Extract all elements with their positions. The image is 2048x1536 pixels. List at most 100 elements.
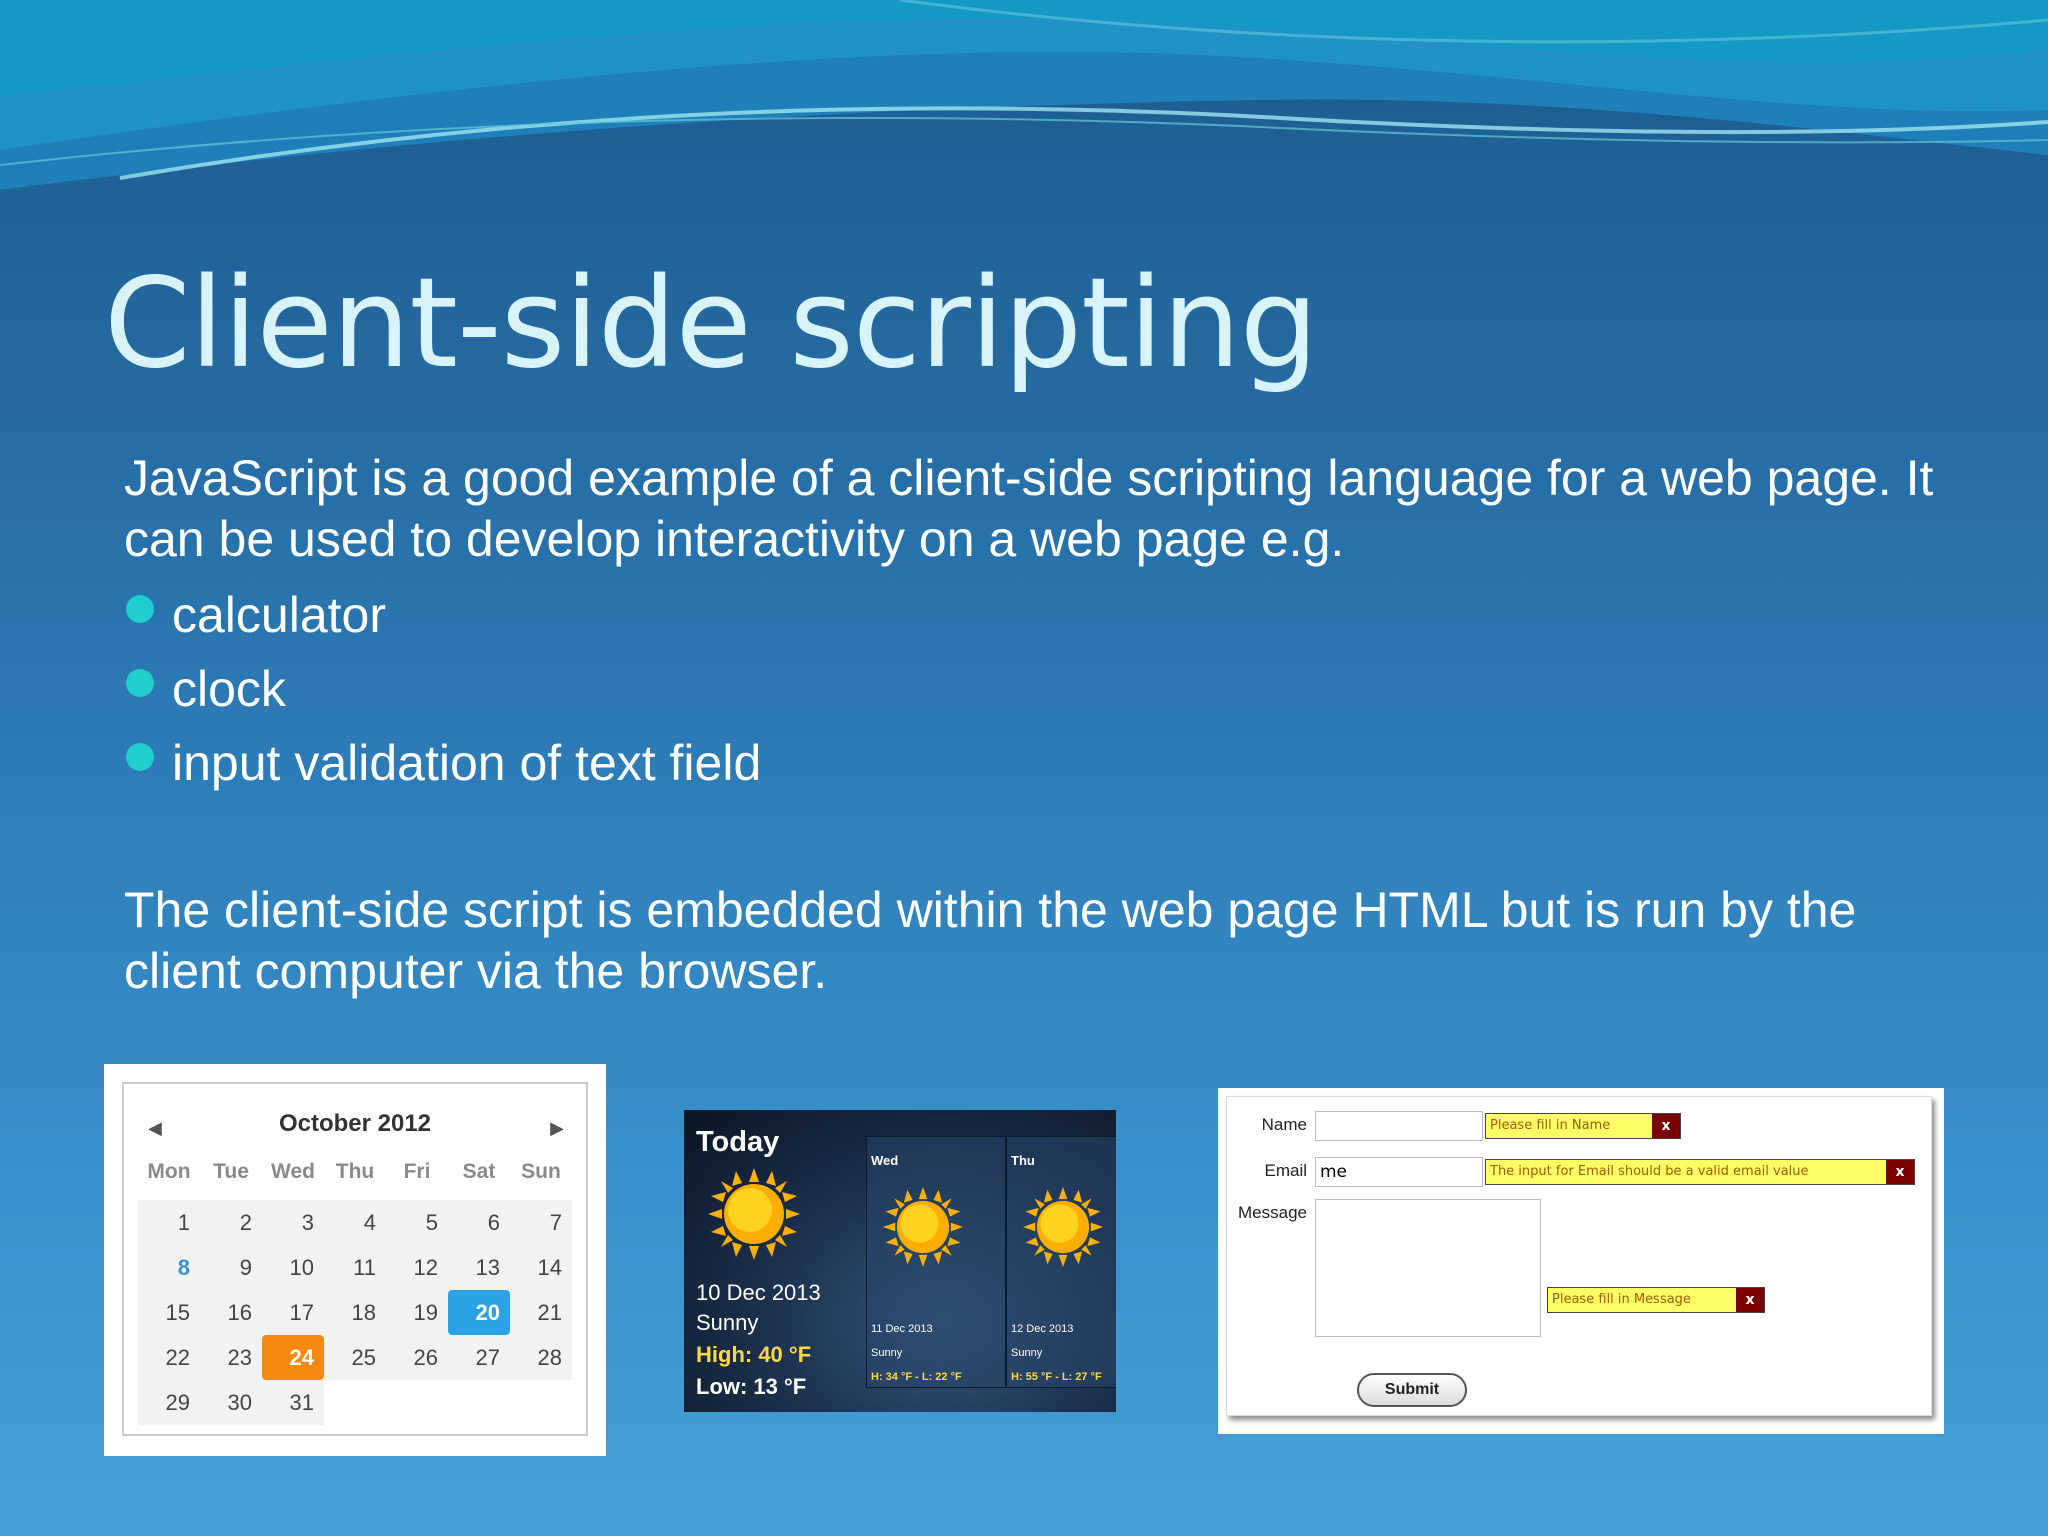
intro-paragraph: JavaScript is a good example of a client… xyxy=(124,450,1934,567)
calendar-week-row: 1234567 xyxy=(138,1200,572,1245)
calendar-day[interactable]: 16 xyxy=(200,1290,262,1335)
calendar-day[interactable]: 31 xyxy=(262,1380,324,1425)
calendar-day[interactable]: 23 xyxy=(200,1335,262,1380)
calendar-day[interactable]: 29 xyxy=(138,1380,200,1425)
weekday-label: Thu xyxy=(335,1160,375,1183)
example-list: calculator clock input validation of tex… xyxy=(124,578,761,800)
calendar-week-row: 15 16 17 18 19 20 21 xyxy=(138,1290,572,1335)
close-icon[interactable]: x xyxy=(1736,1288,1764,1312)
list-item: clock xyxy=(124,652,761,726)
calendar-day[interactable]: 22 xyxy=(138,1335,200,1380)
calendar-day[interactable]: 15 xyxy=(138,1290,200,1335)
weather-today-date: 10 Dec 2013 xyxy=(696,1280,821,1305)
calendar-month-label: October 2012 xyxy=(278,1110,432,1137)
weekday-label: Sat xyxy=(462,1160,496,1183)
message-field[interactable] xyxy=(1315,1199,1541,1337)
name-error-message: Please fill in Name x xyxy=(1485,1113,1681,1139)
list-item: calculator xyxy=(124,578,761,652)
bullet-icon xyxy=(126,595,154,623)
weather-today-label: Today xyxy=(696,1126,780,1158)
sun-icon xyxy=(883,1187,963,1267)
weekday-label: Tue xyxy=(213,1160,249,1183)
calendar-day[interactable]: 3 xyxy=(262,1200,324,1245)
list-item-label: calculator xyxy=(172,587,386,643)
list-item-label: input validation of text field xyxy=(172,735,762,791)
next-month-icon[interactable]: ▶ xyxy=(550,1118,564,1139)
weather-widget: Today 10 Dec 2013 Sunny High: 40 °F Low:… xyxy=(684,1110,1116,1412)
email-error-text: The input for Email should be a valid em… xyxy=(1490,1164,1809,1179)
calendar-empty-cell xyxy=(448,1380,510,1425)
calendar-empty-cell xyxy=(324,1380,386,1425)
calendar-widget: ◀ October 2012 ▶ Mon Tue Wed Thu Fri Sat… xyxy=(122,1082,588,1436)
calendar-empty-cell xyxy=(386,1380,448,1425)
calendar-day[interactable]: 21 xyxy=(510,1290,572,1335)
message-error-message: Please fill in Message x xyxy=(1547,1287,1765,1313)
forecast-temperatures: H: 55 °F - L: 27 °F xyxy=(1011,1371,1102,1383)
calendar-day[interactable]: 17 xyxy=(262,1290,324,1335)
calendar-day[interactable]: 27 xyxy=(448,1335,510,1380)
close-icon[interactable]: x xyxy=(1886,1160,1914,1184)
submit-button[interactable]: Submit xyxy=(1357,1373,1467,1407)
list-item: input validation of text field xyxy=(124,726,761,800)
forecast-condition: Sunny xyxy=(871,1347,903,1359)
calendar-day[interactable]: 18 xyxy=(324,1290,386,1335)
calendar-screenshot: ◀ October 2012 ▶ Mon Tue Wed Thu Fri Sat… xyxy=(104,1064,606,1456)
forecast-condition: Sunny xyxy=(1011,1347,1043,1359)
calendar-day[interactable]: 8 xyxy=(138,1245,200,1290)
calendar-day[interactable]: 12 xyxy=(386,1245,448,1290)
calendar-day[interactable]: 9 xyxy=(200,1245,262,1290)
weekday-label: Mon xyxy=(147,1160,191,1183)
closing-paragraph: The client-side script is embedded withi… xyxy=(124,882,1857,999)
calendar-day[interactable]: 26 xyxy=(386,1335,448,1380)
calendar-day[interactable]: 24 xyxy=(262,1335,324,1380)
calendar-day[interactable]: 14 xyxy=(510,1245,572,1290)
calendar-day[interactable]: 1 xyxy=(138,1200,200,1245)
calendar-day[interactable]: 10 xyxy=(262,1245,324,1290)
calendar-day[interactable]: 13 xyxy=(448,1245,510,1290)
calendar-day[interactable]: 6 xyxy=(448,1200,510,1245)
sun-icon xyxy=(1023,1187,1103,1267)
calendar-day[interactable]: 7 xyxy=(510,1200,572,1245)
calendar-day[interactable]: 28 xyxy=(510,1335,572,1380)
slide-title: Client-side scripting xyxy=(104,252,1318,396)
contact-form: Name Please fill in Name x Email The inp… xyxy=(1226,1096,1932,1416)
close-icon[interactable]: x xyxy=(1652,1114,1680,1138)
forecast-card: Thu 12 Dec 2013 Sunny H: 55 °F - L: 27 ° xyxy=(1006,1136,1116,1388)
calendar-day[interactable]: 4 xyxy=(324,1200,386,1245)
bullet-icon xyxy=(126,669,154,697)
calendar-week-row: 8 9 10 11 12 13 14 xyxy=(138,1245,572,1290)
weekday-label: Sun xyxy=(521,1160,561,1183)
calendar-day[interactable]: 5 xyxy=(386,1200,448,1245)
name-field[interactable] xyxy=(1315,1111,1483,1141)
email-field[interactable] xyxy=(1315,1157,1483,1187)
calendar-empty-cell xyxy=(510,1380,572,1425)
message-label: Message xyxy=(1238,1203,1307,1222)
sun-icon xyxy=(708,1168,800,1260)
forecast-card: Wed 11 Dec 2013 Sunny H: 34 °F - L: 22 ° xyxy=(866,1136,1006,1388)
forecast-temperatures: H: 34 °F - L: 22 °F xyxy=(871,1371,962,1383)
name-label: Name xyxy=(1261,1115,1307,1134)
email-label: Email xyxy=(1264,1161,1307,1180)
calendar-day[interactable]: 25 xyxy=(324,1335,386,1380)
forecast-day: Wed xyxy=(871,1153,899,1168)
calendar-day[interactable]: 30 xyxy=(200,1380,262,1425)
calendar-week-row: 22 23 24 25 26 27 28 xyxy=(138,1335,572,1380)
calendar-day[interactable]: 20 xyxy=(448,1290,510,1335)
weather-today-high: High: 40 °F xyxy=(696,1342,812,1367)
forecast-date: 12 Dec 2013 xyxy=(1011,1323,1074,1335)
forecast-date: 11 Dec 2013 xyxy=(871,1323,933,1335)
weather-today-condition: Sunny xyxy=(696,1310,759,1335)
calendar-week-row: 29 30 31 xyxy=(138,1380,572,1425)
weather-today-low: Low: 13 °F xyxy=(696,1374,807,1399)
email-error-message: The input for Email should be a valid em… xyxy=(1485,1159,1915,1185)
background-wave xyxy=(0,0,2048,190)
calendar-day[interactable]: 2 xyxy=(200,1200,262,1245)
calendar-day[interactable]: 11 xyxy=(324,1245,386,1290)
message-error-text: Please fill in Message xyxy=(1552,1292,1691,1307)
form-screenshot: Name Please fill in Name x Email The inp… xyxy=(1218,1088,1944,1434)
calendar-day-grid: 1 2 3 4 5 6 7 8 9 10 11 12 13 14 15 16 17 18 19 20 21 22 23 24 2… xyxy=(138,1200,572,1425)
weekday-label: Fri xyxy=(403,1160,431,1183)
name-error-text: Please fill in Name xyxy=(1490,1118,1611,1133)
calendar-day[interactable]: 19 xyxy=(386,1290,448,1335)
weekday-header: Mon Tue Wed Thu Fri Sat Sun xyxy=(138,1160,572,1184)
